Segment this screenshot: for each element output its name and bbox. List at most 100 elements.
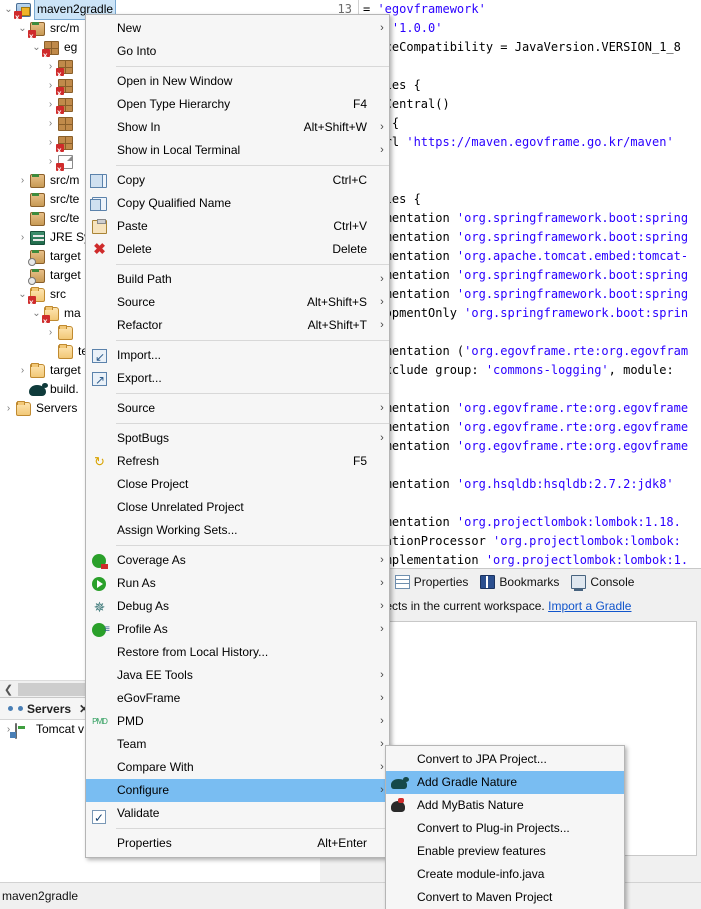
menu-item-copy-qualified-name[interactable]: Copy Qualified Name bbox=[86, 192, 389, 215]
menu-item-open-type-hierarchy[interactable]: Open Type HierarchyF4 bbox=[86, 93, 389, 116]
menu-item-refactor[interactable]: RefactorAlt+Shift+T› bbox=[86, 314, 389, 337]
menu-item-label: Copy Qualified Name bbox=[113, 192, 367, 215]
srcfolder-icon bbox=[29, 211, 47, 227]
expand-twisty-icon[interactable]: › bbox=[44, 323, 57, 342]
error-badge-icon bbox=[14, 11, 22, 19]
prof-icon bbox=[86, 622, 113, 638]
menu-item-source[interactable]: SourceAlt+Shift+S› bbox=[86, 291, 389, 314]
menu-item-show-in[interactable]: Show InAlt+Shift+W› bbox=[86, 116, 389, 139]
tab-console[interactable]: Console bbox=[566, 573, 639, 591]
menu-item-label: Source bbox=[113, 291, 307, 314]
tab-bookmarks[interactable]: Bookmarks bbox=[475, 573, 564, 591]
submenu-arrow-icon: › bbox=[375, 618, 389, 641]
pkgfrag-icon bbox=[57, 97, 75, 113]
expand-twisty-icon[interactable]: › bbox=[44, 114, 57, 133]
error-badge-icon bbox=[42, 49, 50, 57]
code-line bbox=[359, 380, 701, 399]
code-line: velopmentOnly 'org.springframework.boot:… bbox=[359, 304, 701, 323]
tab-properties[interactable]: Properties bbox=[390, 573, 474, 591]
tab-servers[interactable]: Servers ✕ bbox=[4, 702, 93, 716]
menu-item-label: Source bbox=[113, 397, 367, 420]
menu-item-source[interactable]: Source› bbox=[86, 397, 389, 420]
project-context-menu[interactable]: New›Go Into Open in New WindowOpen Type H… bbox=[85, 14, 390, 858]
menu-item-refresh[interactable]: ↻RefreshF5 bbox=[86, 450, 389, 473]
menu-item-pmd[interactable]: PMDPMD› bbox=[86, 710, 389, 733]
menu-item-shortcut: Ctrl+C bbox=[333, 169, 375, 192]
menu-separator bbox=[116, 66, 389, 67]
expand-twisty-icon[interactable]: › bbox=[2, 399, 15, 418]
code-token: 'org.springframework.boot:spring bbox=[457, 287, 688, 301]
error-badge-icon bbox=[56, 87, 64, 95]
submenu-item-add-gradle-nature[interactable]: Add Gradle Nature bbox=[386, 771, 624, 794]
menu-item-delete[interactable]: ✖DeleteDelete bbox=[86, 238, 389, 261]
menu-item-build-path[interactable]: Build Path› bbox=[86, 268, 389, 291]
menu-item-profile-as[interactable]: Profile As› bbox=[86, 618, 389, 641]
menu-icon-spacer bbox=[86, 143, 113, 159]
menu-item-close-project[interactable]: Close Project bbox=[86, 473, 389, 496]
expand-twisty-icon[interactable]: › bbox=[16, 361, 29, 380]
menu-item-label: Configure bbox=[113, 779, 367, 802]
menu-item-compare-with[interactable]: Compare With› bbox=[86, 756, 389, 779]
submenu-item-label: Add Gradle Nature bbox=[413, 771, 624, 794]
project-icon bbox=[15, 2, 33, 18]
code-line: plementation 'org.egovframe.rte:org.egov… bbox=[359, 437, 701, 456]
menu-item-run-as[interactable]: Run As› bbox=[86, 572, 389, 595]
menu-item-go-into[interactable]: Go Into bbox=[86, 40, 389, 63]
submenu-item-create-module-info-java[interactable]: Create module-info.java bbox=[386, 863, 624, 886]
menu-item-paste[interactable]: PasteCtrl+V bbox=[86, 215, 389, 238]
menu-item-open-in-new-window[interactable]: Open in New Window bbox=[86, 70, 389, 93]
menu-item-team[interactable]: Team› bbox=[86, 733, 389, 756]
submenu-item-convert-to-jpa-project[interactable]: Convert to JPA Project... bbox=[386, 748, 624, 771]
menu-icon-spacer bbox=[86, 668, 113, 684]
menu-item-validate[interactable]: Validate bbox=[86, 802, 389, 825]
code-line: notationProcessor 'org.projectlombok:lom… bbox=[359, 532, 701, 551]
expand-twisty-icon[interactable]: › bbox=[16, 228, 29, 247]
menu-item-coverage-as[interactable]: Coverage As› bbox=[86, 549, 389, 572]
code-line: = 'egovframework' bbox=[359, 0, 701, 19]
menu-item-spotbugs[interactable]: SpotBugs› bbox=[86, 427, 389, 450]
tomcat-server-icon bbox=[15, 722, 33, 738]
properties-icon bbox=[395, 575, 410, 589]
scroll-left-icon[interactable]: ❮ bbox=[0, 683, 17, 696]
menu-item-show-in-local-terminal[interactable]: Show in Local Terminal› bbox=[86, 139, 389, 162]
menu-separator bbox=[116, 340, 389, 341]
import-gradle-link[interactable]: Import a Gradle bbox=[548, 599, 631, 613]
submenu-item-label: Convert to Maven Project bbox=[413, 886, 624, 909]
menu-item-properties[interactable]: PropertiesAlt+Enter bbox=[86, 832, 389, 855]
menu-item-restore-from-local-history[interactable]: Restore from Local History... bbox=[86, 641, 389, 664]
expand-twisty-icon[interactable]: › bbox=[16, 171, 29, 190]
submenu-arrow-icon: › bbox=[375, 595, 389, 618]
menu-item-egovframe[interactable]: eGovFrame› bbox=[86, 687, 389, 710]
submenu-item-convert-to-plug-in-projects[interactable]: Convert to Plug-in Projects... bbox=[386, 817, 624, 840]
pmd-icon: PMD bbox=[86, 714, 113, 730]
code-token: , module: bbox=[609, 363, 681, 377]
srcfolder-icon bbox=[29, 21, 47, 37]
menu-item-debug-as[interactable]: ✵Debug As› bbox=[86, 595, 389, 618]
menu-item-close-unrelated-project[interactable]: Close Unrelated Project bbox=[86, 496, 389, 519]
editor-code-area[interactable]: = 'egovframework'n = '1.0.0'ourceCompati… bbox=[358, 0, 701, 568]
submenu-item-convert-to-maven-project[interactable]: Convert to Maven Project bbox=[386, 886, 624, 909]
menu-item-import[interactable]: Import... bbox=[86, 344, 389, 367]
submenu-item-enable-preview-features[interactable]: Enable preview features bbox=[386, 840, 624, 863]
submenu-item-add-mybatis-nature[interactable]: Add MyBatis Nature bbox=[386, 794, 624, 817]
tree-item-label: build. bbox=[49, 380, 79, 399]
menu-item-copy[interactable]: CopyCtrl+C bbox=[86, 169, 389, 192]
code-line bbox=[359, 152, 701, 171]
menu-item-configure[interactable]: Configure› bbox=[86, 779, 389, 802]
error-badge-icon bbox=[42, 315, 50, 323]
cov-icon bbox=[86, 553, 113, 569]
menu-icon-spacer bbox=[86, 691, 113, 707]
configure-submenu[interactable]: Convert to JPA Project...Add Gradle Natu… bbox=[385, 745, 625, 909]
submenu-arrow-icon: › bbox=[375, 710, 389, 733]
menu-item-export[interactable]: Export... bbox=[86, 367, 389, 390]
menu-item-new[interactable]: New› bbox=[86, 17, 389, 40]
eclipse-ide-window: ⌄maven2gradle⌄src/m⌄eg›››››››src/msrc/te… bbox=[0, 0, 701, 909]
code-token: '1.0.0' bbox=[392, 21, 443, 35]
submenu-arrow-icon: › bbox=[375, 291, 389, 314]
code-token: ourceCompatibility = JavaVersion.VERSION… bbox=[363, 40, 681, 54]
menu-item-assign-working-sets[interactable]: Assign Working Sets... bbox=[86, 519, 389, 542]
code-line: ven { bbox=[359, 114, 701, 133]
tree-item-label: ma bbox=[63, 304, 81, 323]
menu-item-java-ee-tools[interactable]: Java EE Tools› bbox=[86, 664, 389, 687]
code-token: 'org.egovframe.rte:org.egovframe bbox=[457, 439, 688, 453]
